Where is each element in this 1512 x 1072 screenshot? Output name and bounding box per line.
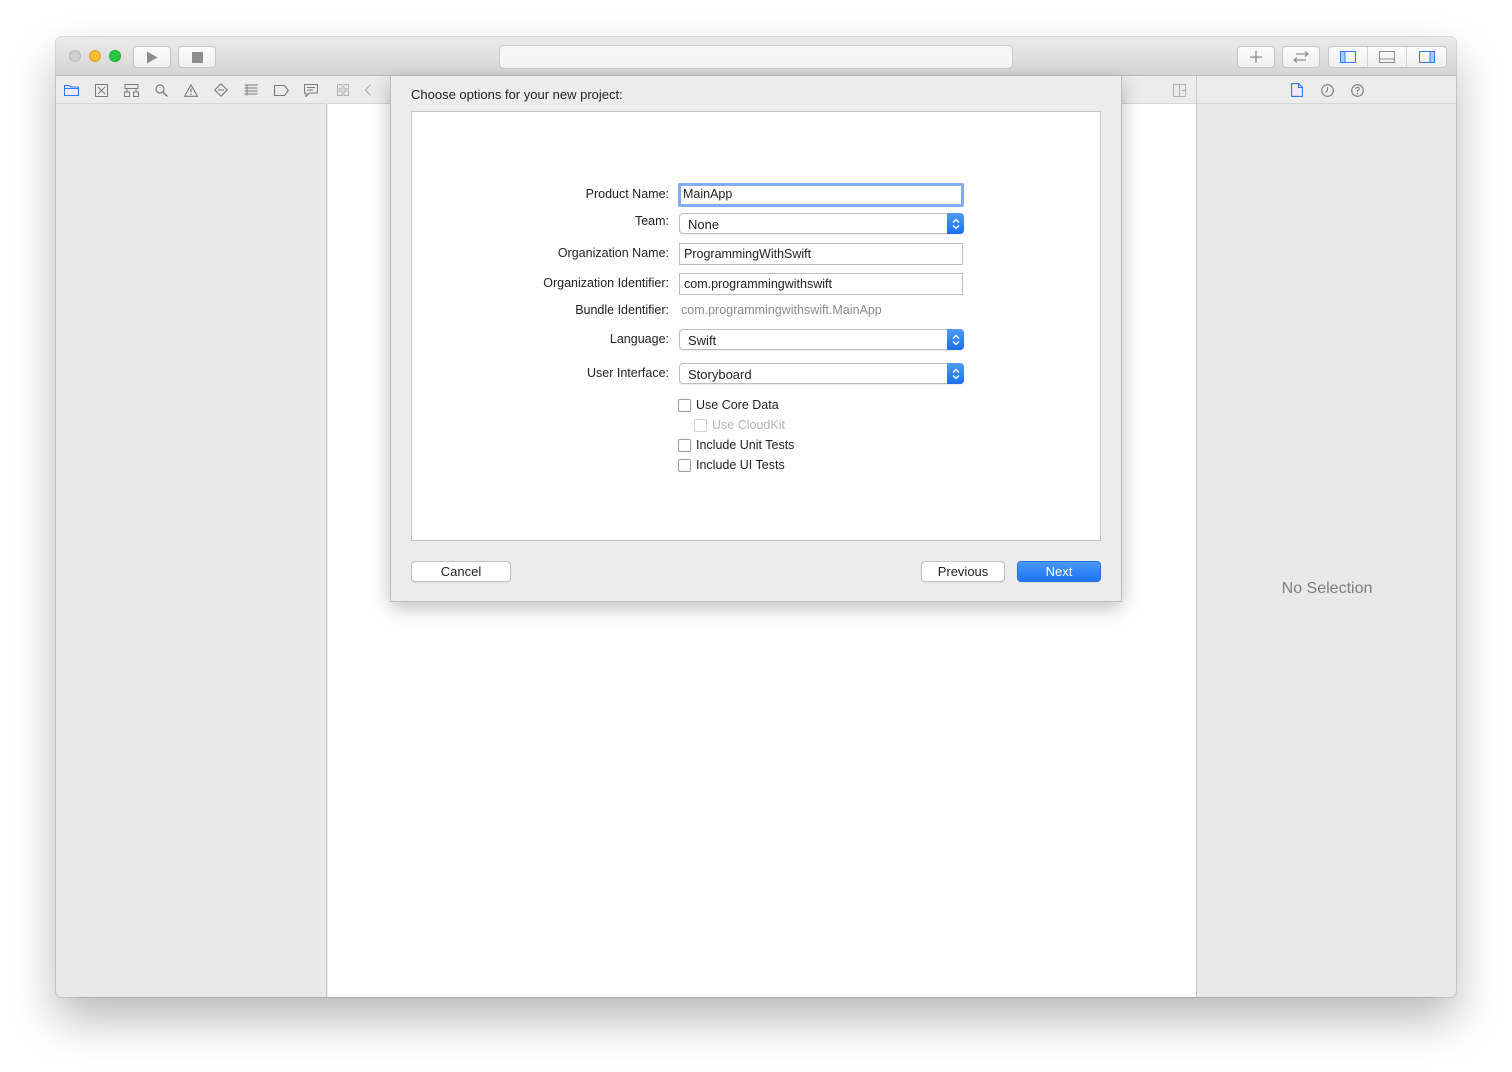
navigator-panel xyxy=(56,76,327,997)
panel-toggle-group xyxy=(1328,46,1447,68)
inspector-tab-bar xyxy=(1197,76,1456,104)
warning-icon xyxy=(184,83,198,97)
organization-identifier-field[interactable]: com.programmingwithswift xyxy=(679,273,963,295)
debug-icon xyxy=(244,84,258,96)
history-inspector-tab[interactable] xyxy=(1319,82,1335,98)
source-control-navigator-tab[interactable] xyxy=(93,82,109,98)
checkbox-box[interactable] xyxy=(678,438,691,452)
checkbox-box[interactable] xyxy=(678,398,691,412)
breakpoint-icon xyxy=(273,84,289,96)
bundle-identifier-value: com.programmingwithswift.MainApp xyxy=(681,303,882,317)
issue-navigator-tab[interactable] xyxy=(183,82,199,98)
find-navigator-tab[interactable] xyxy=(153,82,169,98)
project-navigator-tab[interactable] xyxy=(63,82,79,98)
user-interface-popup[interactable]: Storyboard xyxy=(679,363,964,384)
symbol-navigator-tab[interactable] xyxy=(123,82,139,98)
folder-icon xyxy=(63,84,79,96)
popup-arrows-icon xyxy=(947,329,964,350)
product-name-label: Product Name: xyxy=(585,187,669,201)
include-unit-tests-label: Include Unit Tests xyxy=(696,438,795,452)
help-icon xyxy=(1350,83,1364,97)
include-ui-tests-label: Include UI Tests xyxy=(696,458,785,472)
toolbar xyxy=(56,37,1456,76)
language-label: Language: xyxy=(609,332,669,346)
file-inspector-tab[interactable] xyxy=(1289,82,1305,98)
include-unit-tests-checkbox[interactable]: Include Unit Tests xyxy=(678,438,794,452)
report-icon xyxy=(304,83,318,97)
left-panel-icon xyxy=(1340,51,1356,63)
use-cloudkit-checkbox: Use CloudKit xyxy=(694,418,785,432)
project-options-sheet: Choose options for your new project: Pro… xyxy=(390,76,1122,602)
checkbox-box xyxy=(694,418,707,432)
run-button[interactable] xyxy=(133,46,171,68)
debug-navigator-tab[interactable] xyxy=(243,82,259,98)
language-value: Swift xyxy=(688,333,717,348)
popup-arrows-icon xyxy=(947,213,964,234)
previous-button[interactable]: Previous xyxy=(921,561,1005,582)
toggle-debug-area-button[interactable] xyxy=(1368,47,1407,67)
activity-viewer xyxy=(499,45,1013,69)
use-core-data-label: Use Core Data xyxy=(696,398,779,412)
breakpoint-navigator-tab[interactable] xyxy=(273,82,289,98)
organization-name-field[interactable]: ProgrammingWithSwift xyxy=(679,243,963,265)
search-icon xyxy=(154,83,168,97)
sheet-title: Choose options for your new project: xyxy=(411,87,623,102)
checkbox-box[interactable] xyxy=(678,458,691,472)
include-ui-tests-checkbox[interactable]: Include UI Tests xyxy=(678,458,785,472)
team-label: Team: xyxy=(634,214,669,228)
play-icon xyxy=(147,51,158,63)
use-cloudkit-label: Use CloudKit xyxy=(712,418,785,432)
history-icon xyxy=(1320,83,1334,97)
report-navigator-tab[interactable] xyxy=(303,82,319,98)
code-review-button[interactable] xyxy=(1282,46,1320,68)
hierarchy-icon xyxy=(123,83,139,97)
related-items-icon[interactable] xyxy=(337,84,349,96)
popup-arrows-icon xyxy=(947,363,964,384)
toggle-inspector-button[interactable] xyxy=(1407,47,1446,67)
minimize-window-button[interactable] xyxy=(89,50,101,62)
right-panel-icon xyxy=(1418,51,1435,63)
user-interface-value: Storyboard xyxy=(688,367,752,382)
close-window-button[interactable] xyxy=(69,50,81,62)
bottom-panel-icon xyxy=(1379,51,1395,63)
navigator-tab-bar xyxy=(56,76,327,104)
bundle-identifier-label: Bundle Identifier: xyxy=(575,303,669,317)
stop-icon xyxy=(191,51,203,63)
team-value: None xyxy=(688,217,720,232)
team-popup[interactable]: None xyxy=(679,213,964,234)
test-icon xyxy=(214,83,228,97)
toggle-navigator-button[interactable] xyxy=(1329,47,1368,67)
use-core-data-checkbox[interactable]: Use Core Data xyxy=(678,398,779,412)
next-button[interactable]: Next xyxy=(1017,561,1101,582)
product-name-field[interactable]: MainApp xyxy=(678,183,964,207)
user-interface-label: User Interface: xyxy=(587,366,669,380)
help-inspector-tab[interactable] xyxy=(1349,82,1365,98)
organization-identifier-label: Organization Identifier: xyxy=(543,276,669,290)
options-form: Product Name: MainApp Team: None Organiz… xyxy=(411,111,1101,541)
back-chevron-icon[interactable] xyxy=(364,84,372,96)
no-selection-label: No Selection xyxy=(1281,580,1373,597)
plus-icon xyxy=(1250,51,1262,63)
language-popup[interactable]: Swift xyxy=(679,329,964,350)
stop-button[interactable] xyxy=(178,46,216,68)
cancel-button[interactable]: Cancel xyxy=(411,561,511,582)
zoom-window-button[interactable] xyxy=(109,50,121,62)
library-button[interactable] xyxy=(1237,46,1275,68)
file-icon xyxy=(1291,83,1303,97)
xcode-window: No Selection Choose options for your new… xyxy=(56,37,1456,997)
source-control-icon xyxy=(94,83,108,97)
test-navigator-tab[interactable] xyxy=(213,82,229,98)
organization-name-label: Organization Name: xyxy=(557,246,669,260)
swap-arrows-icon xyxy=(1293,51,1309,63)
add-editor-icon[interactable] xyxy=(1173,84,1186,97)
inspector-panel: No Selection xyxy=(1196,76,1456,997)
